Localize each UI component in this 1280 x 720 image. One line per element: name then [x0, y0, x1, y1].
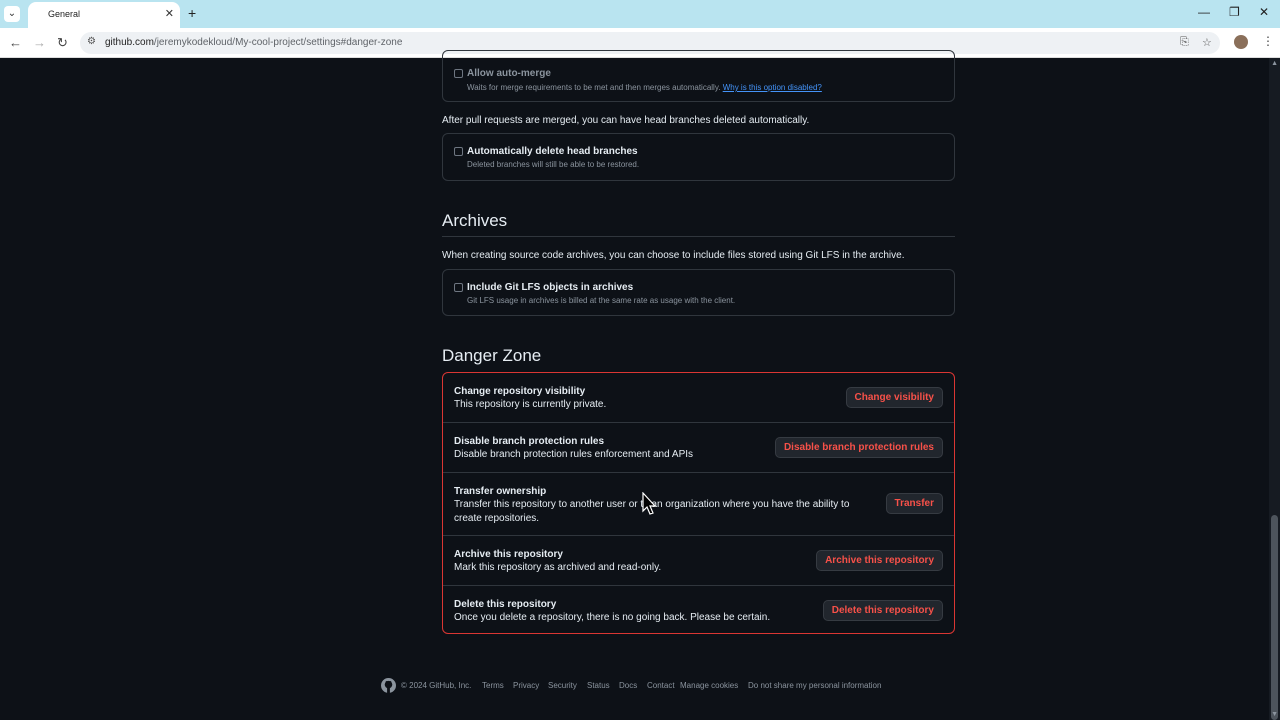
browser-tab[interactable]: General ✕	[28, 2, 180, 28]
danger-row-visibility: Change repository visibility This reposi…	[443, 373, 954, 422]
lfs-title: Include Git LFS objects in archives	[467, 282, 634, 293]
auto-merge-checkbox[interactable]	[454, 69, 463, 78]
delete-head-title: Automatically delete head branches	[467, 146, 638, 157]
danger-zone-heading: Danger Zone	[442, 346, 542, 365]
tab-search-icon[interactable]: ⌄	[4, 6, 20, 22]
auto-merge-desc-text: Waits for merge requirements to be met a…	[467, 83, 721, 92]
transfer-button[interactable]: Transfer	[885, 493, 943, 514]
footer-link-manage-cookies[interactable]: Manage cookies	[680, 681, 738, 690]
browser-menu-icon[interactable]: ⋮	[1262, 34, 1274, 48]
scroll-down-icon[interactable]: ▼	[1271, 711, 1278, 718]
lfs-desc: Git LFS usage in archives is billed at t…	[467, 296, 736, 305]
forward-icon[interactable]: →	[33, 35, 46, 50]
lfs-checkbox[interactable]	[454, 283, 463, 292]
delete-repository-button[interactable]: Delete this repository	[822, 600, 943, 621]
settings-page: Allow auto-merge Waits for merge require…	[0, 50, 1280, 720]
after-merge-text: After pull requests are merged, you can …	[442, 115, 810, 126]
back-icon[interactable]: ←	[9, 35, 22, 50]
why-disabled-link[interactable]: Why is this option disabled?	[723, 83, 822, 92]
archives-intro: When creating source code archives, you …	[442, 250, 905, 261]
footer-link-docs[interactable]: Docs	[619, 681, 637, 690]
browser-tab-bar: ⌄ General ✕ + — ❐ ✕	[0, 0, 1280, 28]
mouse-cursor-icon	[642, 492, 656, 515]
reload-icon[interactable]: ↻	[57, 35, 68, 51]
footer-link-privacy[interactable]: Privacy	[513, 681, 539, 690]
footer-link-contact[interactable]: Contact	[647, 681, 675, 690]
delete-head-desc: Deleted branches will still be able to b…	[467, 160, 640, 169]
bookmark-star-icon[interactable]: ☆	[1202, 36, 1212, 49]
transfer-title: Transfer ownership	[454, 486, 547, 497]
footer-link-security[interactable]: Security	[548, 681, 577, 690]
branch-protection-title: Disable branch protection rules	[454, 436, 605, 447]
branch-protection-desc: Disable branch protection rules enforcem…	[454, 449, 694, 460]
minimize-icon[interactable]: —	[1198, 5, 1210, 19]
scroll-up-icon[interactable]: ▲	[1271, 60, 1278, 67]
install-app-icon[interactable]: ⎘	[1180, 36, 1189, 49]
danger-row-branch-protection: Disable branch protection rules Disable …	[443, 422, 954, 472]
new-tab-icon[interactable]: +	[188, 5, 196, 21]
archives-heading: Archives	[442, 211, 508, 230]
danger-row-archive: Archive this repository Mark this reposi…	[443, 535, 954, 585]
lfs-box: Include Git LFS objects in archives Git …	[442, 269, 955, 316]
footer-link-terms[interactable]: Terms	[482, 681, 504, 690]
delete-head-box: Automatically delete head branches Delet…	[442, 133, 955, 181]
danger-zone-box: Change repository visibility This reposi…	[442, 372, 955, 634]
site-info-icon[interactable]: ⚙	[87, 36, 96, 47]
window-close-icon[interactable]: ✕	[1259, 5, 1269, 19]
archive-repository-button[interactable]: Archive this repository	[816, 550, 943, 571]
auto-merge-box: Allow auto-merge Waits for merge require…	[442, 50, 955, 102]
delete-head-checkbox[interactable]	[454, 147, 463, 156]
change-visibility-button[interactable]: Change visibility	[845, 387, 943, 408]
profile-avatar[interactable]	[1234, 35, 1248, 49]
danger-row-delete: Delete this repository Once you delete a…	[443, 585, 954, 633]
footer-link-do-not-share[interactable]: Do not share my personal information	[748, 681, 881, 690]
footer-copyright: © 2024 GitHub, Inc.	[401, 681, 472, 690]
close-tab-icon[interactable]: ✕	[165, 7, 174, 20]
url-path: /jeremykodekloud/My-cool-project/setting…	[153, 37, 403, 48]
visibility-title: Change repository visibility	[454, 386, 586, 397]
github-logo-icon[interactable]	[381, 678, 396, 693]
url-text: github.com/jeremykodekloud/My-cool-proje…	[105, 37, 402, 48]
page-scrollbar[interactable]: ▲ ▼	[1269, 58, 1280, 720]
archive-title: Archive this repository	[454, 549, 563, 560]
footer-link-status[interactable]: Status	[587, 681, 610, 690]
delete-title: Delete this repository	[454, 599, 557, 610]
danger-row-transfer: Transfer ownership Transfer this reposit…	[443, 472, 954, 535]
auto-merge-title: Allow auto-merge	[467, 68, 551, 79]
url-host: github.com	[105, 37, 154, 48]
auto-merge-desc: Waits for merge requirements to be met a…	[467, 83, 822, 92]
archives-divider	[442, 236, 955, 237]
disable-branch-protection-button[interactable]: Disable branch protection rules	[774, 437, 943, 458]
tab-title: General	[48, 9, 81, 19]
delete-desc: Once you delete a repository, there is n…	[454, 612, 771, 623]
restore-icon[interactable]: ❐	[1229, 5, 1240, 19]
archive-desc: Mark this repository as archived and rea…	[454, 562, 662, 573]
scrollbar-thumb[interactable]	[1271, 515, 1278, 720]
transfer-desc: Transfer this repository to another user…	[454, 499, 850, 524]
visibility-desc: This repository is currently private.	[454, 399, 607, 410]
